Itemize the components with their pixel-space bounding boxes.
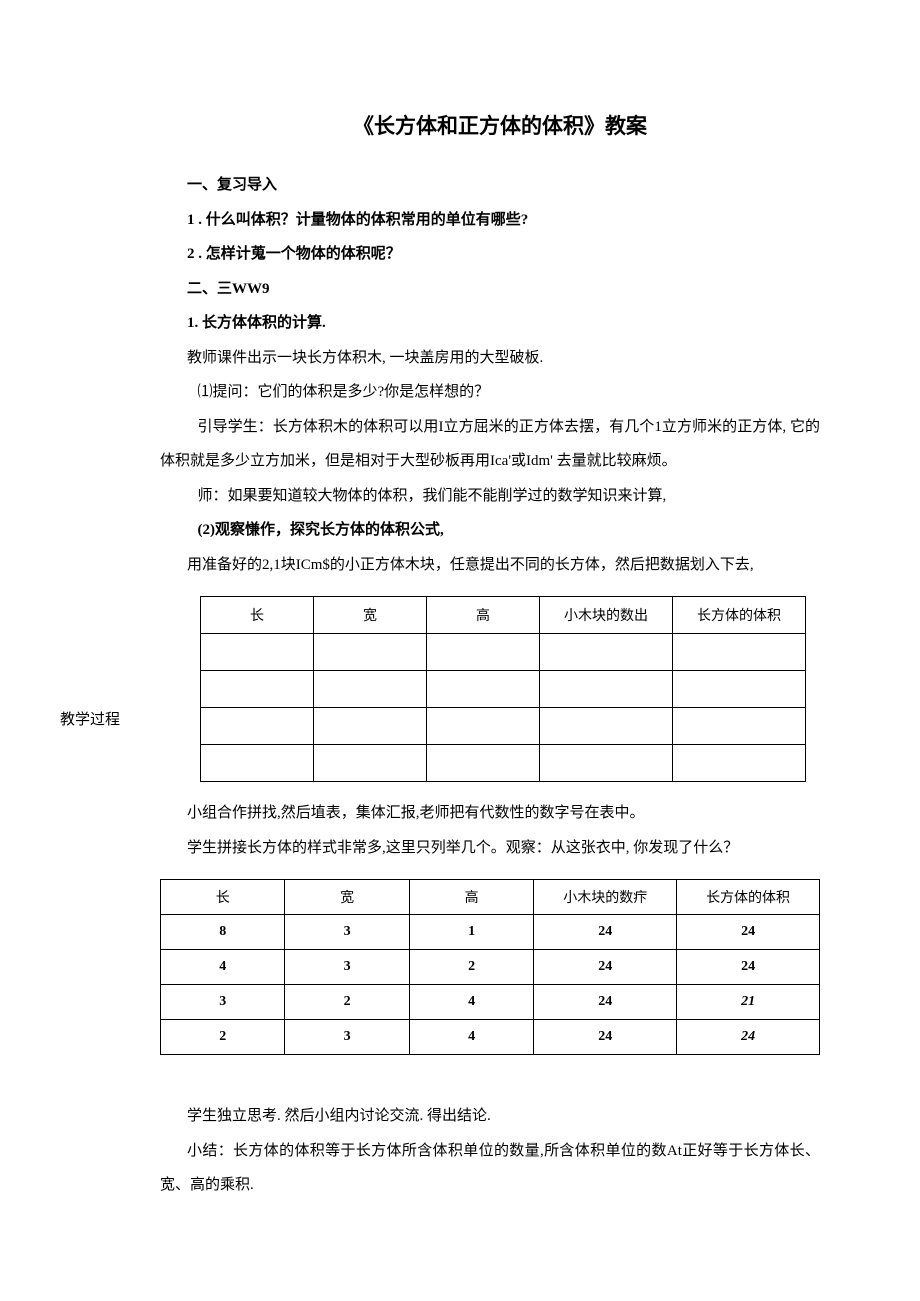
document-title: 《长方体和正方体的体积》教案: [180, 110, 820, 140]
summary: 小结：长方体的体积等于长方体所含体积单位的数量,所含体积单位的数At正好等于长方…: [160, 1134, 820, 1203]
observe-step: (2)观察慊作，探究长方体的体积公式,: [160, 513, 820, 548]
cell: 24: [677, 915, 820, 950]
document-page: 《长方体和正方体的体积》教案 教学过程 一、复习导入 1 . 什么叫体积？计量物…: [0, 0, 920, 1301]
observe-question: 学生拼接长方体的样式非常多,这里只列举几个。观察：从这张衣中, 你发现了什么？: [160, 831, 820, 866]
cell: 24: [534, 950, 677, 985]
col-blocks: 小木块的数出: [540, 597, 673, 634]
col-width: 宽: [285, 880, 409, 915]
cell: 8: [161, 915, 285, 950]
table-row: [201, 634, 806, 671]
table-row: [201, 708, 806, 745]
guide-students: 引导学生：长方体积木的体积可以用I立方屈米的正方体去摆，有几个1立方师米的正方体…: [160, 410, 820, 479]
cell: 24: [677, 950, 820, 985]
question-1: ⑴提问：它们的体积是多少?你是怎样想的？: [160, 375, 820, 410]
col-length: 长: [161, 880, 285, 915]
cell: 3: [285, 1020, 409, 1055]
spacer: [160, 1069, 820, 1099]
table-row: [201, 671, 806, 708]
blank-data-table: 长 宽 高 小木块的数出 长方体的体积: [200, 596, 806, 782]
cell: 24: [534, 1020, 677, 1055]
prepare-blocks: 用准备好的2,1块ICm$的小正方体木块，任意提出不同的长方体，然后把数据划入下…: [160, 548, 820, 583]
cell: 4: [409, 985, 533, 1020]
cell: 4: [161, 950, 285, 985]
cell: 2: [285, 985, 409, 1020]
col-volume: 长方体的体积: [677, 880, 820, 915]
table-row: 3 2 4 24 21: [161, 985, 820, 1020]
cell: 4: [409, 1020, 533, 1055]
main-layout: 教学过程 一、复习导入 1 . 什么叫体积？计量物体的体积常用的单位有哪些? 2…: [60, 168, 820, 1203]
table-row: 2 3 4 24 24: [161, 1020, 820, 1055]
cell: 3: [285, 950, 409, 985]
table-row: 4 3 2 24 24: [161, 950, 820, 985]
section-1-item-1: 1 . 什么叫体积？计量物体的体积常用的单位有哪些?: [160, 203, 820, 238]
cell: 24: [534, 985, 677, 1020]
cell: 2: [409, 950, 533, 985]
cell: 2: [161, 1020, 285, 1055]
col-height: 高: [427, 597, 540, 634]
table-row: 8 3 1 24 24: [161, 915, 820, 950]
table-row: [201, 745, 806, 782]
col-volume: 长方体的体积: [673, 597, 806, 634]
teacher-show: 教师课件出示一块长方体积木, 一块盖房用的大型破板.: [160, 341, 820, 376]
section-2-heading-text: 二、三WW9: [187, 281, 270, 297]
cell: 3: [285, 915, 409, 950]
col-length: 长: [201, 597, 314, 634]
filled-data-table: 长 宽 高 小木块的数疜 长方体的体积 8 3 1 24 24 4 3 2: [160, 879, 820, 1055]
section-2-heading: 二、三WW9: [160, 272, 820, 307]
body-column: 一、复习导入 1 . 什么叫体积？计量物体的体积常用的单位有哪些? 2 . 怎样…: [160, 168, 820, 1203]
side-label: 教学过程: [60, 168, 160, 729]
cell: 24: [677, 1020, 820, 1055]
group-work: 小组合作拼找,然后埴表，集体汇报,老师把有代数性的数字号在表中。: [160, 796, 820, 831]
cell: 21: [677, 985, 820, 1020]
table-row: 长 宽 高 小木块的数出 长方体的体积: [201, 597, 806, 634]
calc-heading: 1. 长方体体积的计算.: [160, 306, 820, 341]
calc-heading-text: 1. 长方体体积的计算.: [187, 315, 326, 331]
observe-step-text: (2)观察慊作，探究长方体的体积公式,: [198, 522, 444, 538]
cell: 3: [161, 985, 285, 1020]
col-blocks: 小木块的数疜: [534, 880, 677, 915]
col-height: 高: [409, 880, 533, 915]
col-width: 宽: [314, 597, 427, 634]
section-1-heading: 一、复习导入: [160, 168, 820, 203]
teacher-say: 师：如果要知道较大物体的体积，我们能不能削学过的数学知识来计算,: [160, 479, 820, 514]
cell: 24: [534, 915, 677, 950]
section-1-item-2: 2 . 怎样计蒐一个物体的体积呢？: [160, 237, 820, 272]
cell: 1: [409, 915, 533, 950]
independent-think: 学生独立思考. 然后小组内讨论交流. 得出结论.: [160, 1099, 820, 1134]
table-row: 长 宽 高 小木块的数疜 长方体的体积: [161, 880, 820, 915]
